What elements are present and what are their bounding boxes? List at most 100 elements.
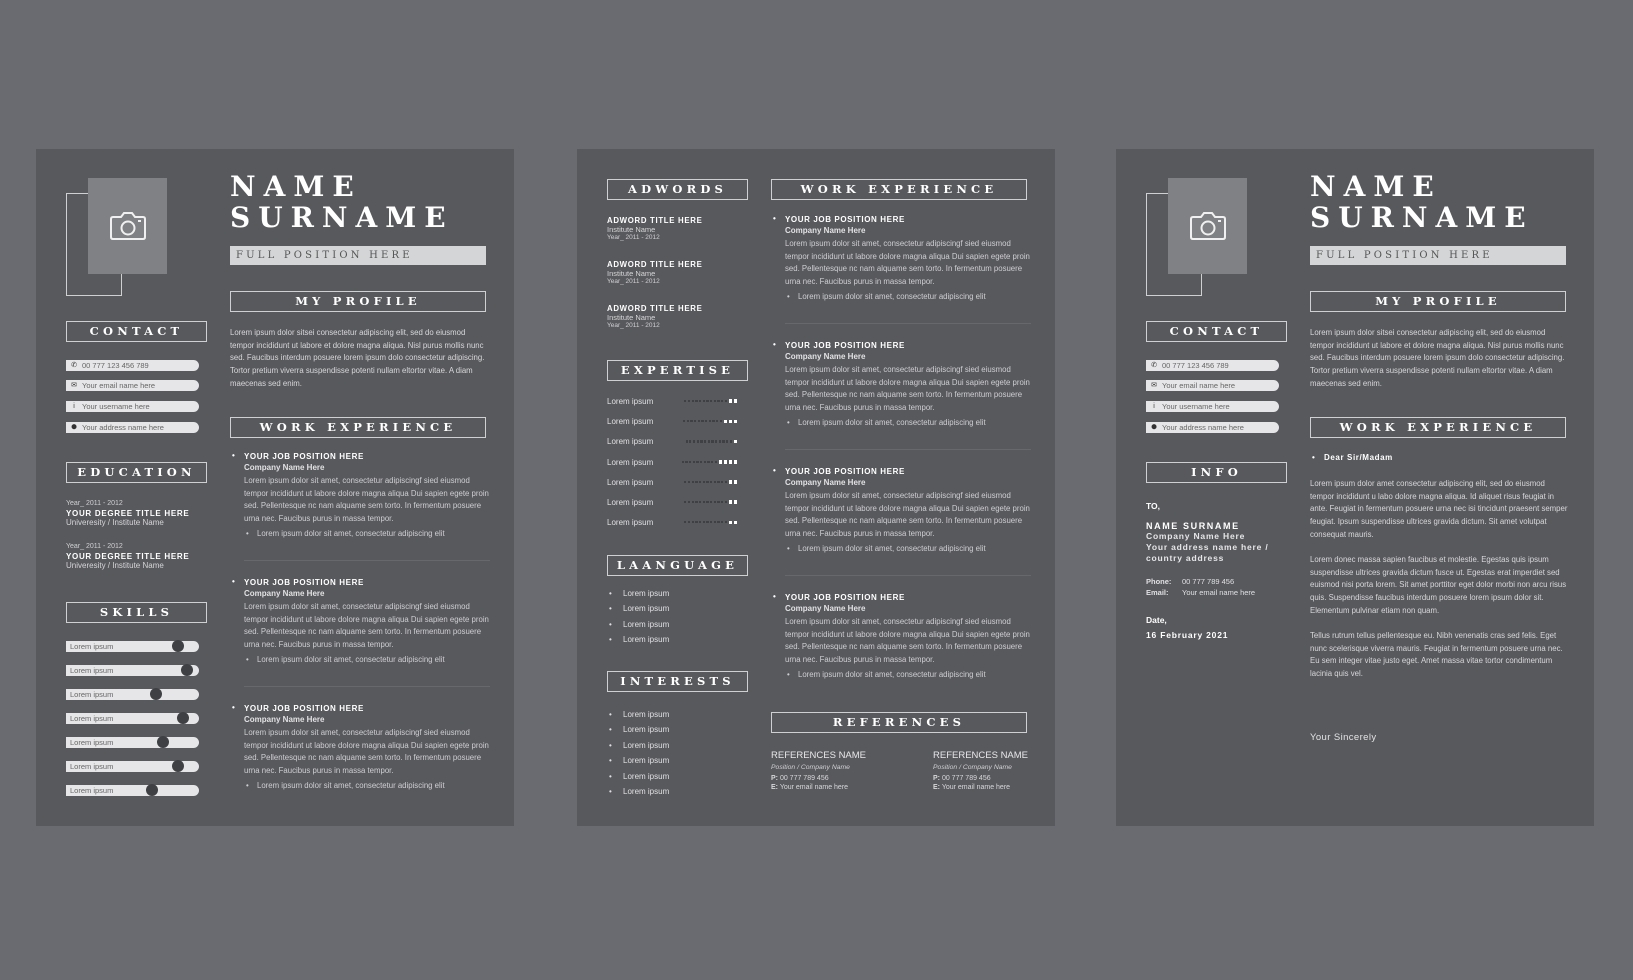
contact-field[interactable]: i Your username here (1146, 401, 1279, 412)
skill-slider-knob[interactable] (150, 688, 163, 700)
rating-dot-empty (695, 521, 698, 524)
rating-dot-empty (699, 501, 702, 504)
recipient-company: Company Name Here (1146, 531, 1246, 541)
camera-icon (109, 212, 146, 240)
company-name: Company Name Here (785, 226, 866, 235)
divider (244, 686, 490, 687)
photo-placeholder[interactable] (1168, 178, 1247, 274)
job-title: YOUR JOB POSITION HERE (773, 340, 1031, 350)
contact-heading: CONTACT (1146, 321, 1287, 342)
rating-dot-empty (706, 501, 709, 504)
rating-dot-empty (717, 480, 720, 483)
skill-bar[interactable]: Lorem ipsum (66, 664, 199, 676)
contact-field[interactable]: ✆ 00 777 123 456 789 (1146, 360, 1279, 371)
skill-bar[interactable]: Lorem ipsum (66, 640, 199, 652)
rating-dot-empty (726, 440, 729, 443)
skill-bar[interactable]: Lorem ipsum (66, 760, 199, 772)
rating-dot-empty (724, 400, 727, 403)
contact-field[interactable]: ⬤ Your address name here (66, 422, 199, 433)
rating-dot-empty (691, 480, 694, 483)
job-entry: YOUR JOB POSITION HERE Company Name Here L… (773, 214, 1031, 301)
salutation: • Dear Sir/Madam (1312, 453, 1393, 462)
recipient-name: NAME SURNAME (1146, 521, 1240, 531)
job-entry: YOUR JOB POSITION HERE Company Name Here L… (232, 577, 490, 664)
phone-value: 00 777 789 456 (1182, 577, 1235, 586)
skill-label: Lorem ipsum (70, 738, 114, 747)
contact-field[interactable]: i Your username here (66, 401, 199, 412)
skill-bar[interactable]: Lorem ipsum (66, 784, 199, 796)
expertise-row: Lorem ipsum (607, 458, 747, 470)
job-bullet: Lorem ipsum dolor sit amet, consectetur … (232, 781, 490, 790)
contact-field[interactable]: ✉ Your email name here (66, 380, 199, 391)
rating-dot-empty (691, 501, 694, 504)
contact-text: Your email name here (82, 381, 156, 390)
skill-slider-knob[interactable] (177, 712, 190, 724)
rating-dot-empty (721, 501, 724, 504)
expertise-rating (684, 480, 737, 484)
contact-field[interactable]: ⬤ Your address name here (1146, 422, 1279, 433)
rating-dot-empty (724, 480, 727, 483)
expertise-rating (685, 439, 737, 444)
skill-slider-knob[interactable] (171, 760, 184, 772)
job-title: YOUR JOB POSITION HERE (232, 451, 490, 461)
rating-dot-empty (710, 501, 713, 504)
rating-dot-empty (711, 440, 714, 443)
photo-placeholder[interactable] (88, 178, 167, 274)
skill-slider-knob[interactable] (171, 640, 184, 652)
company-name: Company Name Here (244, 715, 325, 724)
cover-letter-page: NAME SURNAME FULL POSITION HERE CONTACT ✆… (1116, 149, 1594, 826)
expertise-label: Lorem ipsum (607, 397, 654, 406)
rating-dot-empty (687, 501, 691, 504)
skill-label: Lorem ipsum (70, 642, 114, 651)
rating-dot-empty (697, 420, 700, 423)
rating-dot-empty (702, 501, 705, 504)
job-bullet: Lorem ipsum dolor sit amet, consectetur … (773, 670, 1031, 679)
contact-text: Your email name here (1162, 381, 1236, 390)
skill-bar[interactable]: Lorem ipsum (66, 688, 199, 700)
rating-dot-empty (710, 480, 713, 483)
skill-slider-knob[interactable] (181, 664, 194, 676)
job-title: YOUR JOB POSITION HERE (773, 214, 1031, 224)
rating-dot-empty (684, 480, 687, 483)
rating-dot-empty (687, 480, 691, 483)
expertise-label: Lorem ipsum (607, 477, 654, 487)
expertise-rating (684, 399, 737, 403)
job-bullet: Lorem ipsum dolor sit amet, consectetur … (773, 418, 1031, 427)
rating-dot-empty (710, 400, 713, 403)
job-title: YOUR JOB POSITION HERE (773, 466, 1031, 476)
expertise-row: Lorem ipsum (607, 397, 747, 409)
expertise-label: Lorem ipsum (607, 437, 654, 447)
rating-dot-empty (713, 521, 716, 524)
date-label: Date, (1146, 615, 1167, 625)
rating-dot-empty (684, 400, 687, 403)
job-description: Lorem ipsum dolor sit amet, consectetur … (785, 491, 1030, 539)
job-entry: YOUR JOB POSITION HERE Company Name Here L… (773, 340, 1031, 427)
rating-dot-empty (687, 400, 691, 403)
contact-field[interactable]: ✉ Your email name here (1146, 380, 1279, 391)
skill-slider-knob[interactable] (146, 784, 159, 796)
reference-item: REFERENCES NAME Position / Company Name … (933, 750, 1083, 791)
contact-field[interactable]: ✆ 00 777 123 456 789 (66, 360, 199, 371)
adword-year: Year_ 2011 - 2012 (607, 234, 660, 241)
job-description: Lorem ipsum dolor sit amet, consectetur … (244, 728, 489, 776)
rating-dot-empty (718, 440, 721, 443)
skill-slider-knob[interactable] (157, 736, 170, 748)
skill-bar[interactable]: Lorem ipsum (66, 736, 199, 748)
rating-dot-empty (703, 460, 706, 463)
contact-text: 00 777 123 456 789 (1162, 361, 1229, 370)
email-icon: ✉ (1151, 382, 1157, 389)
rating-dot-empty (702, 521, 705, 524)
rating-dot-empty (681, 460, 684, 463)
skill-bar[interactable]: Lorem ipsum (66, 712, 199, 724)
adwords-heading: ADWORDS (607, 179, 748, 200)
letter-paragraph: Lorem ipsum dolor amet consectetur adipi… (1310, 479, 1568, 539)
contact-text: Your username here (82, 402, 150, 411)
rating-dot-empty (729, 440, 732, 443)
language-item: Lorem ipsum (607, 635, 669, 644)
interest-item: Lorem ipsum (607, 772, 669, 781)
rating-dot-empty (706, 480, 709, 483)
adword-title: ADWORD TITLE HERE (607, 216, 703, 225)
divider (785, 449, 1031, 450)
rating-dot-empty (704, 440, 707, 443)
rating-dot-empty (707, 440, 710, 443)
